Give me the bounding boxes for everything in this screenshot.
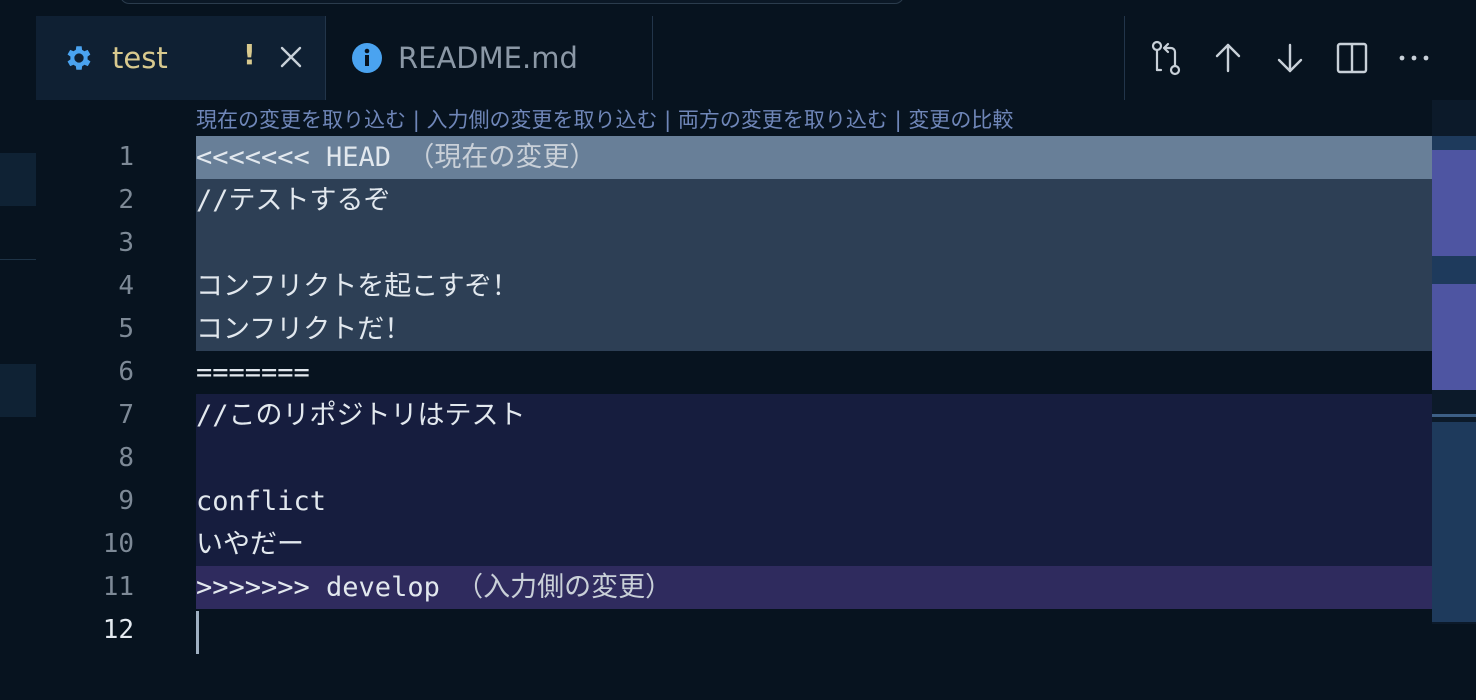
line-text[interactable]: conflict	[196, 480, 1432, 523]
code-line: 4 コンフリクトを起こすぞ！	[36, 265, 1432, 308]
incoming-change-label: （入力側の変更）	[456, 572, 673, 603]
code-line: 9 conflict	[36, 480, 1432, 523]
code-line: 10 いやだー	[36, 523, 1432, 566]
code-line: 6 =======	[36, 351, 1432, 394]
split-editor-icon[interactable]	[1321, 38, 1383, 78]
line-number: 11	[102, 572, 134, 602]
close-icon[interactable]	[276, 42, 306, 72]
conflict-marker: <<<<<<< HEAD	[196, 142, 392, 173]
line-text[interactable]	[196, 222, 1432, 265]
accept-current-change-link[interactable]: 現在の変更を取り込む	[196, 108, 406, 132]
line-number: 10	[102, 529, 134, 559]
current-change-label: （現在の変更）	[407, 142, 597, 173]
code-line: 8	[36, 437, 1432, 480]
overview-ruler[interactable]	[1432, 100, 1476, 624]
gear-icon	[62, 41, 96, 75]
code-editor[interactable]: 現在の変更を取り込む | 入力側の変更を取り込む | 両方の変更を取り込む | …	[36, 100, 1432, 700]
text-cursor	[196, 611, 199, 654]
tab-readme[interactable]: README.md	[325, 16, 653, 100]
ruler-marker-incoming	[1432, 422, 1476, 622]
compare-changes-icon[interactable]	[1135, 38, 1197, 78]
line-number: 2	[118, 185, 134, 215]
line-number: 5	[118, 314, 134, 344]
codelens-separator: |	[894, 108, 902, 132]
activity-strip	[0, 0, 36, 700]
side-panel-item[interactable]	[0, 153, 36, 206]
code-line: 5 コンフリクトだ！	[36, 308, 1432, 351]
conflict-marker: >>>>>>> develop	[196, 572, 440, 603]
line-text[interactable]	[196, 437, 1432, 480]
line-text[interactable]: //このリポジトリはテスト	[196, 394, 1432, 437]
divider	[1124, 16, 1125, 100]
line-number: 8	[118, 443, 134, 473]
arrow-up-icon[interactable]	[1197, 38, 1259, 78]
ruler-marker-current	[1432, 284, 1476, 390]
current-change-header[interactable]: <<<<<<< HEAD （現在の変更）	[196, 136, 1432, 179]
accept-incoming-change-link[interactable]: 入力側の変更を取り込む	[426, 108, 657, 132]
editor-actions	[1124, 16, 1445, 100]
line-text[interactable]: コンフリクトだ！	[196, 308, 1432, 351]
compare-changes-link[interactable]: 変更の比較	[908, 108, 1013, 132]
code-line: 12	[36, 609, 1432, 652]
more-actions-icon[interactable]	[1383, 38, 1445, 78]
conflict-separator[interactable]: =======	[196, 351, 1432, 394]
line-number: 9	[118, 486, 134, 516]
line-number: 3	[118, 228, 134, 258]
tab-test[interactable]: test !	[36, 16, 325, 100]
line-text[interactable]	[196, 609, 1432, 652]
accept-both-changes-link[interactable]: 両方の変更を取り込む	[678, 108, 888, 132]
code-line: 1 <<<<<<< HEAD （現在の変更）	[36, 136, 1432, 179]
arrow-down-icon[interactable]	[1259, 38, 1321, 78]
line-text[interactable]: いやだー	[196, 523, 1432, 566]
code-line: 3	[36, 222, 1432, 265]
tab-label: test	[112, 41, 168, 75]
ruler-marker	[1432, 256, 1476, 284]
ruler-marker	[1432, 414, 1476, 417]
ruler-marker	[1432, 136, 1476, 150]
code-line: 2 //テストするぞ	[36, 179, 1432, 222]
line-text[interactable]: //テストするぞ	[196, 179, 1432, 222]
tab-label: README.md	[398, 41, 578, 75]
code-line: 7 //このリポジトリはテスト	[36, 394, 1432, 437]
merge-conflict-codelens: 現在の変更を取り込む | 入力側の変更を取り込む | 両方の変更を取り込む | …	[196, 104, 1013, 134]
ruler-marker-current	[1432, 150, 1476, 256]
line-number: 6	[118, 357, 134, 387]
incoming-change-header[interactable]: >>>>>>> develop （入力側の変更）	[196, 566, 1432, 609]
codelens-separator: |	[664, 108, 672, 132]
modified-indicator: !	[243, 38, 256, 71]
line-number: 4	[118, 271, 134, 301]
editor-tab-bar: test ! README.md	[36, 16, 1476, 101]
side-panel-item[interactable]	[0, 364, 36, 417]
code-line: 11 >>>>>>> develop （入力側の変更）	[36, 566, 1432, 609]
line-text[interactable]: コンフリクトを起こすぞ！	[196, 265, 1432, 308]
info-icon	[350, 41, 384, 75]
line-number: 7	[118, 400, 134, 430]
line-number: 1	[118, 142, 134, 172]
codelens-separator: |	[412, 108, 420, 132]
line-number: 12	[102, 615, 134, 645]
divider	[0, 259, 36, 260]
command-center-search[interactable]	[120, 0, 904, 4]
